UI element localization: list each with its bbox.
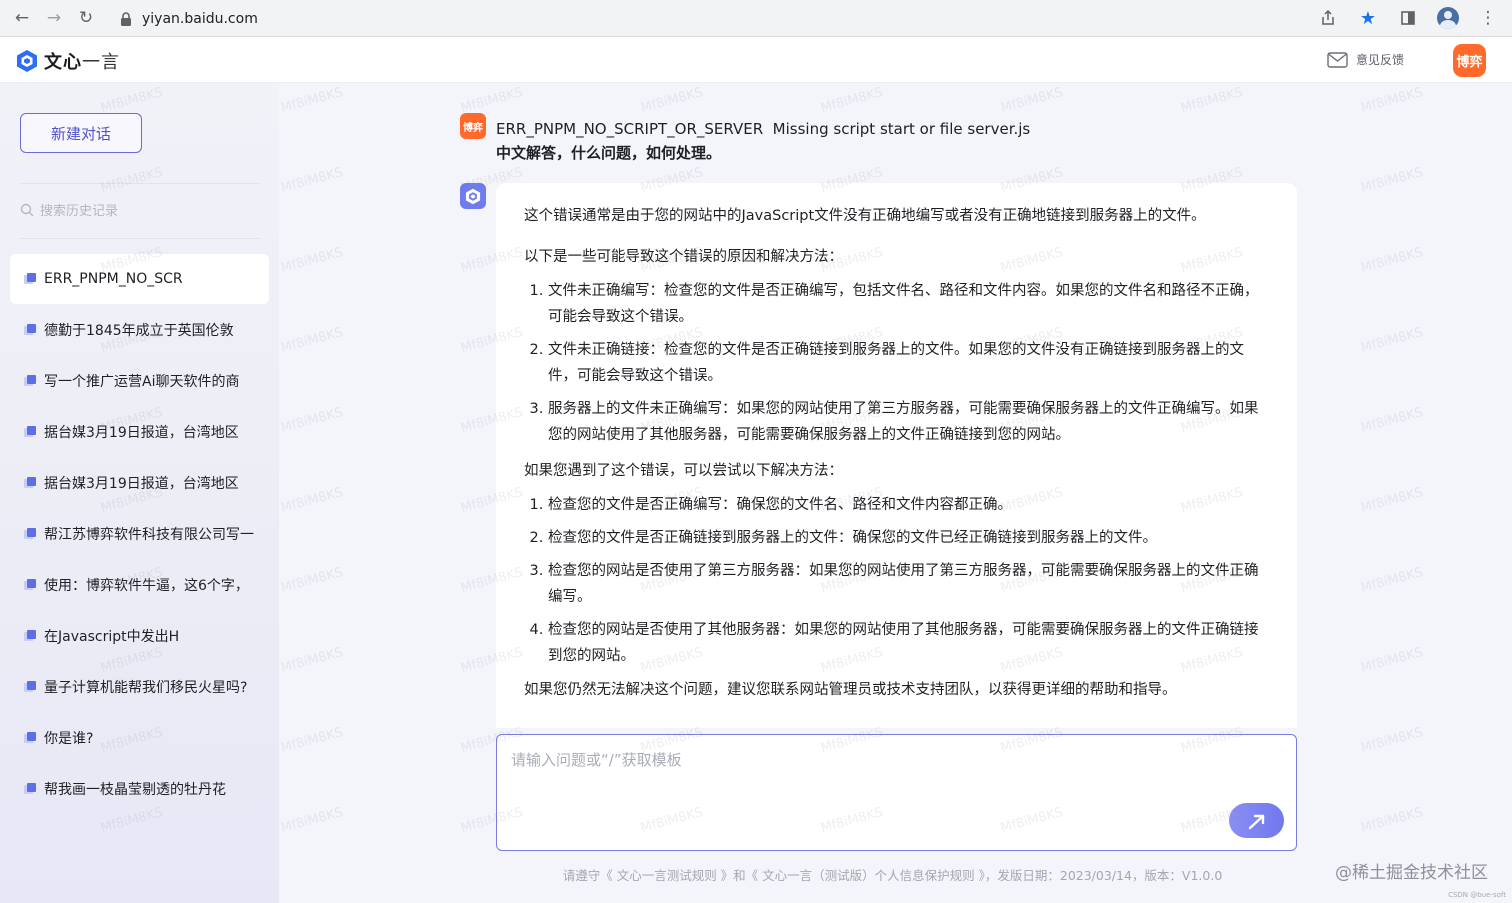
corner-credit: CSDN @bue-soft xyxy=(1448,891,1506,899)
feedback-link[interactable]: 意见反馈 xyxy=(1327,51,1404,68)
more-menu-icon[interactable]: ⋮ xyxy=(1472,4,1504,32)
chat-bubble-icon xyxy=(24,426,36,437)
side-panel-icon[interactable] xyxy=(1392,4,1424,32)
logo-icon xyxy=(17,50,37,72)
browser-actions: ★ ⋮ xyxy=(1304,4,1504,32)
answer-solutions-list: 检查您的文件是否正确编写：确保您的文件名、路径和文件内容都正确。 检查您的文件是… xyxy=(524,492,1269,669)
footer-text: 请遵守《 文心一言测试规则 》和《 文心一言（测试版）个人信息保护规则 》，发版… xyxy=(562,868,1223,883)
answer-solution-item: 检查您的网站是否使用了第三方服务器：如果您的网站使用了第三方服务器，可能需要确保… xyxy=(548,558,1269,610)
history-item[interactable]: 使用：博弈软件牛逼，这6个字， xyxy=(10,560,269,610)
answer-solution-item: 检查您的文件是否正确链接到服务器上的文件：确保您的文件已经正确链接到服务器上的文… xyxy=(548,525,1269,551)
history-item-label: 帮我画一枝晶莹剔透的牡丹花 xyxy=(44,782,226,798)
history-item[interactable]: 你是谁? xyxy=(10,713,269,763)
forward-icon[interactable]: → xyxy=(40,4,68,32)
sidebar: 新建对话 搜索历史记录 ERR_PNPM_NO_SCR 德勤于1845年成立于英国… xyxy=(0,83,279,903)
history-item-label: 帮江苏博弈软件科技有限公司写一 xyxy=(44,527,254,543)
chat-input[interactable] xyxy=(511,749,1211,789)
answer-solutions-title: 如果您遇到了这个错误，可以尝试以下解决方法： xyxy=(524,463,843,479)
chat-bubble-icon xyxy=(24,477,36,488)
reload-icon[interactable]: ↻ xyxy=(72,4,100,32)
app-header: 文心一言 意见反馈 博弈 xyxy=(0,37,1512,83)
answer-intro: 这个错误通常是由于您的网站中的JavaScript文件没有正确地编写或者没有正确… xyxy=(524,208,1206,224)
feedback-label: 意见反馈 xyxy=(1356,53,1405,67)
url-text: yiyan.baidu.com xyxy=(142,10,258,27)
search-placeholder: 搜索历史记录 xyxy=(40,204,119,219)
bot-answer-card: 这个错误通常是由于您的网站中的JavaScript文件没有正确地编写或者没有正确… xyxy=(496,183,1297,728)
footer-notice: 请遵守《 文心一言测试规则 》和《 文心一言（测试版）个人信息保护规则 》，发版… xyxy=(279,865,1512,884)
answer-solution-item: 检查您的网站是否使用了其他服务器：如果您的网站使用了其他服务器，可能需要确保服务… xyxy=(548,617,1269,669)
bot-logo-icon xyxy=(465,188,481,204)
chat-bubble-icon xyxy=(24,630,36,641)
bot-message-avatar xyxy=(460,183,486,209)
back-icon[interactable]: ← xyxy=(8,4,36,32)
sidebar-divider xyxy=(20,183,260,184)
history-item-label: ERR_PNPM_NO_SCR xyxy=(44,271,183,287)
answer-cause-item: 文件未正确编写：检查您的文件是否正确编写，包括文件名、路径和文件内容。如果您的文… xyxy=(548,278,1269,330)
answer-closing: 如果您仍然无法解决这个问题，建议您联系网站管理员或技术支持团队，以获得更详细的帮… xyxy=(524,682,1177,698)
user-message-line-1: ERR_PNPM_NO_SCRIPT_OR_SERVER Missing scr… xyxy=(496,120,1031,138)
main-chat-area: 博弈 ERR_PNPM_NO_SCRIPT_OR_SERVER Missing … xyxy=(279,83,1512,903)
user-message-avatar: 博弈 xyxy=(460,113,486,139)
history-list: ERR_PNPM_NO_SCR 德勤于1845年成立于英国伦敦 写一个推广运营Ai聊… xyxy=(10,254,269,815)
history-item-label: 量子计算机能帮我们移民火星吗? xyxy=(44,680,248,696)
chat-bubble-icon xyxy=(24,375,36,386)
chat-bubble-icon xyxy=(24,273,36,284)
logo[interactable]: 文心一言 xyxy=(16,48,120,74)
history-item[interactable]: 帮我画一枝晶莹剔透的牡丹花 xyxy=(10,764,269,814)
user-message: ERR_PNPM_NO_SCRIPT_OR_SERVER Missing scr… xyxy=(496,117,1030,165)
history-item[interactable]: 量子计算机能帮我们移民火星吗? xyxy=(10,662,269,712)
logo-text: 文心一言 xyxy=(44,52,120,73)
bookmark-star-icon[interactable]: ★ xyxy=(1352,4,1384,32)
user-message-line-2: 中文解答，什么问题，如何处理。 xyxy=(496,144,722,162)
profile-avatar[interactable] xyxy=(1432,4,1464,32)
history-item-label: 写一个推广运营Ai聊天软件的商 xyxy=(44,374,240,390)
sidebar-divider xyxy=(20,238,260,239)
corner-watermark: @稀土掘金技术社区 xyxy=(1335,863,1488,883)
history-item[interactable]: 写一个推广运营Ai聊天软件的商 xyxy=(10,356,269,406)
answer-causes-title: 以下是一些可能导致这个错误的原因和解决方法： xyxy=(524,249,843,265)
history-item-label: 据台媒3月19日报道，台湾地区 xyxy=(44,476,239,492)
history-item[interactable]: 帮江苏博弈软件科技有限公司写一 xyxy=(10,509,269,559)
history-item-label: 使用：博弈软件牛逼，这6个字， xyxy=(44,578,249,594)
chat-bubble-icon xyxy=(24,783,36,794)
search-icon xyxy=(20,203,34,216)
history-item-label: 据台媒3月19日报道，台湾地区 xyxy=(44,425,239,441)
chat-bubble-icon xyxy=(24,681,36,692)
chat-bubble-icon xyxy=(24,324,36,335)
history-item[interactable]: 据台媒3月19日报道，台湾地区 xyxy=(10,458,269,508)
chat-bubble-icon xyxy=(24,579,36,590)
chat-input-box xyxy=(496,734,1297,851)
history-item[interactable]: 德勤于1845年成立于英国伦敦 xyxy=(10,305,269,355)
history-item-label: 德勤于1845年成立于英国伦敦 xyxy=(44,323,234,339)
send-icon xyxy=(1248,814,1264,829)
answer-causes-list: 文件未正确编写：检查您的文件是否正确编写，包括文件名、路径和文件内容。如果您的文… xyxy=(524,278,1269,448)
user-avatar[interactable]: 博弈 xyxy=(1453,44,1486,77)
send-button[interactable] xyxy=(1229,803,1284,838)
browser-toolbar: ← → ↻ yiyan.baidu.com ★ ⋮ xyxy=(0,0,1512,37)
history-item[interactable]: ERR_PNPM_NO_SCR xyxy=(10,254,269,304)
lock-icon xyxy=(121,11,131,26)
history-item[interactable]: 在Javascript中发出H xyxy=(10,611,269,661)
history-item-label: 你是谁? xyxy=(44,731,94,747)
answer-cause-item: 服务器上的文件未正确编写：如果您的网站使用了第三方服务器，可能需要确保服务器上的… xyxy=(548,396,1269,448)
chat-bubble-icon xyxy=(24,528,36,539)
answer-solution-item: 检查您的文件是否正确编写：确保您的文件名、路径和文件内容都正确。 xyxy=(548,492,1269,518)
history-search[interactable]: 搜索历史记录 xyxy=(20,200,118,219)
new-chat-button[interactable]: 新建对话 xyxy=(20,113,142,153)
chat-bubble-icon xyxy=(24,732,36,743)
answer-cause-item: 文件未正确链接：检查您的文件是否正确链接到服务器上的文件。如果您的文件没有正确链… xyxy=(548,337,1269,389)
share-icon[interactable] xyxy=(1312,4,1344,32)
mail-icon xyxy=(1327,51,1348,68)
address-bar[interactable]: yiyan.baidu.com xyxy=(108,5,1408,32)
history-item-label: 在Javascript中发出H xyxy=(44,629,180,645)
history-item[interactable]: 据台媒3月19日报道，台湾地区 xyxy=(10,407,269,457)
